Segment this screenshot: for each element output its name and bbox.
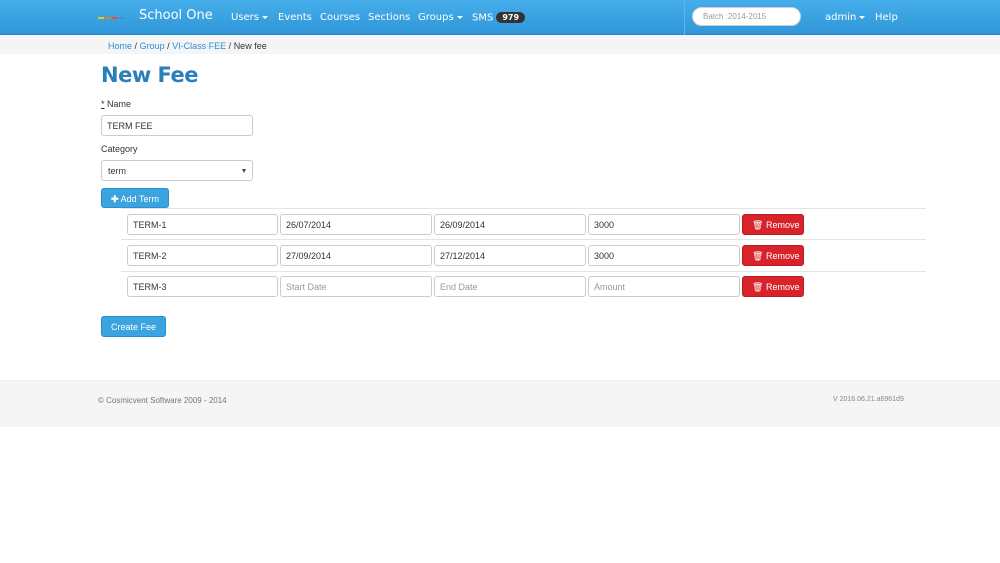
breadcrumb-current: New fee <box>233 41 267 51</box>
batch-search-input[interactable] <box>692 7 801 26</box>
breadcrumb-bar: Home / Group / VI-Class FEE / New fee <box>0 35 1000 54</box>
top-navbar: School One Users Events Courses Sections… <box>0 0 1000 35</box>
trash-icon: 🗑 <box>752 282 764 292</box>
nav-courses[interactable]: Courses <box>320 12 360 23</box>
term-end-date-input[interactable] <box>434 276 586 297</box>
chevron-down-icon <box>859 15 866 19</box>
version-text: V 2016.06.21.a6961d9 <box>833 396 904 403</box>
nav-users[interactable]: Users <box>231 12 269 23</box>
term-end-date-input[interactable] <box>434 245 586 266</box>
term-amount-input[interactable] <box>588 276 740 297</box>
trash-icon: 🗑 <box>752 251 764 261</box>
chevron-down-icon <box>262 15 269 19</box>
add-term-button[interactable]: ✚ Add Term <box>101 188 169 208</box>
school-logo-icon[interactable] <box>98 6 126 19</box>
nav-admin-menu[interactable]: admin <box>825 12 866 23</box>
copyright-text: © Cosmicvent Software 2009 - 2014 <box>98 396 227 405</box>
term-amount-input[interactable] <box>588 214 740 235</box>
trash-icon: 🗑 <box>752 220 764 230</box>
nav-sms[interactable]: SMS 979 <box>472 12 526 24</box>
footer: © Cosmicvent Software 2009 - 2014 V 2016… <box>0 380 1000 427</box>
nav-groups[interactable]: Groups <box>418 12 463 23</box>
term-start-date-input[interactable] <box>280 214 432 235</box>
chevron-down-icon <box>242 169 246 173</box>
breadcrumb-group[interactable]: Group <box>140 41 165 51</box>
term-name-input[interactable] <box>127 276 278 297</box>
name-label: * Name <box>101 99 132 109</box>
remove-term-button[interactable]: 🗑 Remove <box>742 276 804 297</box>
breadcrumb-vi-class-fee[interactable]: VI-Class FEE <box>172 41 226 51</box>
sms-count-badge: 979 <box>496 12 526 23</box>
navbar-divider <box>684 0 685 35</box>
term-amount-input[interactable] <box>588 245 740 266</box>
remove-term-button[interactable]: 🗑 Remove <box>742 245 804 266</box>
breadcrumb-home[interactable]: Home <box>108 41 132 51</box>
term-end-date-input[interactable] <box>434 214 586 235</box>
term-name-input[interactable] <box>127 245 278 266</box>
nav-events[interactable]: Events <box>278 12 312 23</box>
category-label: Category <box>101 144 138 154</box>
breadcrumb: Home / Group / VI-Class FEE / New fee <box>108 41 267 51</box>
category-select[interactable]: term <box>101 160 253 181</box>
category-selected-value: term <box>108 166 126 176</box>
nav-sections[interactable]: Sections <box>368 12 410 23</box>
chevron-down-icon <box>456 15 463 19</box>
term-name-input[interactable] <box>127 214 278 235</box>
create-fee-button[interactable]: Create Fee <box>101 316 166 337</box>
required-mark: * <box>101 99 105 109</box>
page-title: New Fee <box>101 63 199 87</box>
nav-help[interactable]: Help <box>875 12 898 23</box>
term-start-date-input[interactable] <box>280 245 432 266</box>
name-input[interactable] <box>101 115 253 136</box>
plus-icon: ✚ <box>111 194 119 204</box>
term-start-date-input[interactable] <box>280 276 432 297</box>
brand-name[interactable]: School One <box>139 8 213 23</box>
remove-term-button[interactable]: 🗑 Remove <box>742 214 804 235</box>
